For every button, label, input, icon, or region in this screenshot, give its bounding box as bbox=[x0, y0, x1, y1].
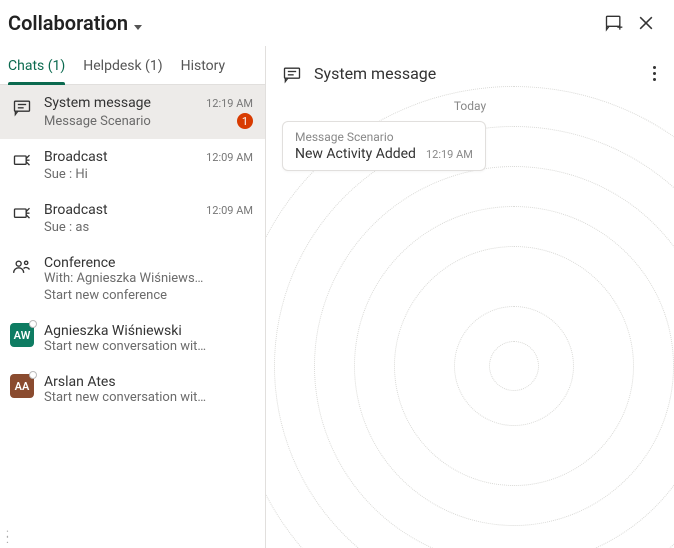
chat-sidebar: Chats (1) Helpdesk (1) History System bbox=[0, 46, 266, 548]
chat-item-contact[interactable]: AW Agnieszka Wiśniewski Start new conver… bbox=[0, 313, 265, 364]
avatar-initials: AW bbox=[14, 329, 31, 342]
chat-item-contact[interactable]: AA Arslan Ates Start new conversation wi… bbox=[0, 364, 265, 415]
new-message-button[interactable] bbox=[598, 7, 630, 39]
chat-item-subtitle: Message Scenario bbox=[44, 114, 231, 129]
conversation-header: System message bbox=[266, 46, 674, 95]
chat-item-title: System message bbox=[44, 95, 200, 111]
chat-item-title: Broadcast bbox=[44, 202, 200, 218]
chat-item-subtitle: Sue : as bbox=[44, 220, 253, 235]
message-icon bbox=[282, 64, 302, 84]
chat-item-title: Conference bbox=[44, 255, 253, 271]
chat-item-title: Agnieszka Wiśniewski bbox=[44, 323, 253, 339]
avatar: AW bbox=[10, 323, 34, 347]
chat-item-system-message[interactable]: System message 12:19 AM Message Scenario… bbox=[0, 85, 265, 139]
unread-badge: 1 bbox=[237, 113, 253, 129]
message-sender: Message Scenario bbox=[295, 130, 473, 144]
chat-list[interactable]: System message 12:19 AM Message Scenario… bbox=[0, 85, 265, 548]
message-time: 12:19 AM bbox=[426, 148, 473, 161]
message-bubble[interactable]: Message Scenario New Activity Added 12:1… bbox=[282, 121, 486, 171]
message-text: New Activity Added bbox=[295, 146, 416, 162]
tab-history[interactable]: History bbox=[181, 50, 226, 84]
conversation-title: System message bbox=[314, 64, 635, 83]
conversation-pane: System message Today Message Scenario Ne… bbox=[266, 46, 674, 548]
chevron-down-icon bbox=[134, 25, 142, 30]
chat-item-time: 12:09 AM bbox=[206, 151, 253, 164]
close-icon bbox=[636, 13, 656, 33]
chat-item-conference[interactable]: Conference With: Agnieszka Wiśniews… Sta… bbox=[0, 245, 265, 313]
conference-icon bbox=[10, 255, 34, 279]
chat-item-subtitle: With: Agnieszka Wiśniews… bbox=[44, 271, 253, 286]
kebab-icon bbox=[653, 66, 656, 81]
chat-item-title: Broadcast bbox=[44, 149, 200, 165]
chat-item-subtitle: Start new conversation wit… bbox=[44, 390, 253, 405]
conversation-menu-button[interactable] bbox=[647, 62, 662, 85]
presence-indicator bbox=[29, 320, 37, 328]
avatar-initials: AA bbox=[15, 380, 30, 393]
resize-handle[interactable]: :: bbox=[6, 530, 11, 542]
chat-item-subtitle: Sue : Hi bbox=[44, 167, 253, 182]
presence-indicator bbox=[29, 371, 37, 379]
day-separator: Today bbox=[266, 95, 674, 121]
tabs: Chats (1) Helpdesk (1) History bbox=[0, 46, 265, 85]
chat-item-time: 12:19 AM bbox=[206, 97, 253, 110]
broadcast-icon bbox=[10, 149, 34, 173]
message-icon bbox=[10, 95, 34, 119]
page-title: Collaboration bbox=[8, 11, 128, 35]
broadcast-icon bbox=[10, 202, 34, 226]
chat-item-title: Arslan Ates bbox=[44, 374, 253, 390]
message-plus-icon bbox=[604, 13, 624, 33]
avatar: AA bbox=[10, 374, 34, 398]
chat-item-broadcast[interactable]: Broadcast 12:09 AM Sue : Hi bbox=[0, 139, 265, 192]
close-button[interactable] bbox=[630, 7, 662, 39]
chat-item-broadcast[interactable]: Broadcast 12:09 AM Sue : as bbox=[0, 192, 265, 245]
chat-item-subtitle2: Start new conference bbox=[44, 288, 253, 303]
topbar: Collaboration bbox=[0, 0, 674, 46]
chat-item-time: 12:09 AM bbox=[206, 204, 253, 217]
tab-chats[interactable]: Chats (1) bbox=[8, 50, 65, 84]
title-dropdown[interactable]: Collaboration bbox=[8, 11, 142, 35]
tab-helpdesk[interactable]: Helpdesk (1) bbox=[83, 50, 162, 84]
chat-item-subtitle: Start new conversation wit… bbox=[44, 339, 253, 354]
